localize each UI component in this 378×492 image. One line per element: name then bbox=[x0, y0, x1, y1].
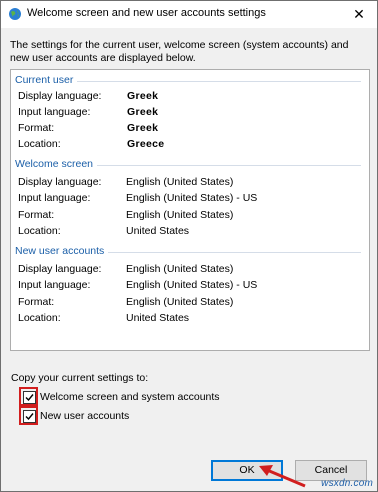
group-title: Welcome screen bbox=[15, 158, 98, 170]
red-highlight-box bbox=[19, 387, 38, 406]
setting-value: English (United States) bbox=[126, 176, 234, 188]
setting-label: Input language: bbox=[18, 106, 91, 118]
setting-label: Location: bbox=[18, 312, 61, 324]
setting-label: Display language: bbox=[18, 176, 102, 188]
setting-value: English (United States) - US bbox=[126, 192, 258, 204]
setting-label: Location: bbox=[18, 225, 61, 237]
red-highlight-box bbox=[19, 406, 38, 425]
group-header-welcome-screen: Welcome screen bbox=[15, 158, 361, 170]
setting-value: English (United States) - US bbox=[126, 279, 258, 291]
setting-value: Greek bbox=[127, 106, 159, 118]
setting-value: Greek bbox=[127, 90, 159, 102]
setting-label: Input language: bbox=[18, 192, 91, 204]
group-title: Current user bbox=[15, 74, 78, 86]
watermark: wsxdn.com bbox=[321, 478, 373, 489]
setting-value: English (United States) bbox=[126, 296, 234, 308]
setting-label: Format: bbox=[18, 296, 55, 308]
checkbox-label[interactable]: New user accounts bbox=[40, 410, 129, 422]
setting-value: English (United States) bbox=[126, 263, 234, 275]
setting-label: Format: bbox=[18, 122, 55, 134]
intro-text: The settings for the current user, welco… bbox=[10, 39, 349, 64]
setting-label: Format: bbox=[18, 209, 55, 221]
settings-box: Current user Display language: Greek Inp… bbox=[10, 69, 370, 351]
setting-label: Display language: bbox=[18, 263, 102, 275]
setting-label: Input language: bbox=[18, 279, 91, 291]
copy-settings-label: Copy your current settings to: bbox=[11, 372, 149, 384]
checkbox-label[interactable]: Welcome screen and system accounts bbox=[40, 391, 220, 403]
setting-label: Location: bbox=[18, 138, 61, 150]
group-header-new-user-accounts: New user accounts bbox=[15, 245, 361, 257]
globe-icon bbox=[9, 8, 21, 20]
setting-value: English (United States) bbox=[126, 209, 234, 221]
setting-value: Greece bbox=[127, 138, 165, 150]
setting-value: Greek bbox=[127, 122, 159, 134]
close-icon: ✕ bbox=[353, 6, 365, 22]
window-title: Welcome screen and new user accounts set… bbox=[27, 7, 266, 19]
group-header-current-user: Current user bbox=[15, 74, 361, 86]
setting-value: United States bbox=[126, 312, 190, 324]
setting-label: Display language: bbox=[18, 90, 102, 102]
red-arrow-icon bbox=[259, 465, 306, 488]
title-bar: Welcome screen and new user accounts set… bbox=[1, 1, 377, 28]
setting-value: United States bbox=[126, 225, 190, 237]
group-title: New user accounts bbox=[15, 245, 109, 257]
close-button[interactable]: ✕ bbox=[349, 5, 369, 23]
dialog-window: Welcome screen and new user accounts set… bbox=[0, 0, 378, 492]
